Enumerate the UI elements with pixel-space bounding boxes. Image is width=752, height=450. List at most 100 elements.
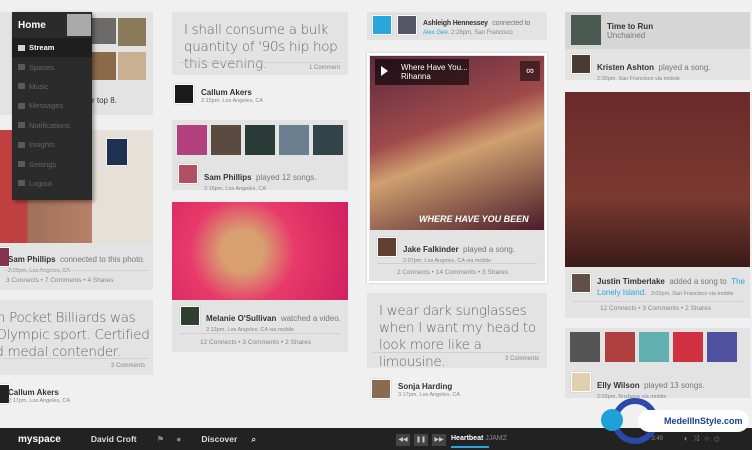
post-stats[interactable]: 12 Connects • 3 Comments • 2 Shares bbox=[600, 305, 711, 312]
menu-item-notifications[interactable]: Notifications bbox=[12, 116, 92, 135]
connect-text: Ashleigh Hennessey connected to Alex Gee… bbox=[423, 16, 545, 38]
post-stats[interactable]: 2 Connects • 14 Comments • 3 Shares bbox=[397, 269, 508, 276]
author-name[interactable]: Callum Akers bbox=[8, 388, 70, 397]
post-stats[interactable]: 3 Connects • 7 Comments • 4 Shares bbox=[6, 277, 114, 284]
gear-icon bbox=[18, 161, 25, 167]
album-cover[interactable] bbox=[673, 332, 703, 362]
menu-label: Messages bbox=[29, 101, 63, 110]
author-name[interactable]: Jake Falkinder bbox=[403, 245, 459, 254]
track-card: Time to RunUnchained Kristen Ashton play… bbox=[565, 12, 750, 80]
chat-icon[interactable]: ● bbox=[176, 434, 181, 444]
menu-item-insights[interactable]: Insights bbox=[12, 135, 92, 154]
grid-icon bbox=[18, 45, 25, 51]
album-cover[interactable] bbox=[639, 332, 669, 362]
quote-card: wish Pocket Billiards was an Olympic spo… bbox=[0, 300, 153, 375]
play-icon[interactable] bbox=[381, 66, 388, 76]
post-stats[interactable]: 12 Connects • 3 Comments • 2 Shares bbox=[200, 339, 311, 346]
user-name[interactable]: David Croft bbox=[91, 434, 137, 444]
quote-card: I wear dark sunglasses when I want my he… bbox=[367, 293, 547, 368]
album-cover[interactable] bbox=[570, 332, 600, 362]
author-name[interactable]: Callum Akers bbox=[201, 88, 263, 97]
author-name[interactable]: Justin Timberlake bbox=[597, 277, 665, 286]
broadcast-icon[interactable]: ⊙ bbox=[714, 434, 724, 443]
chart-icon bbox=[18, 142, 25, 148]
previous-button[interactable]: ◀◀ bbox=[396, 434, 410, 446]
friend-photo[interactable] bbox=[118, 18, 146, 46]
menu-item-stream[interactable]: Stream bbox=[12, 38, 92, 57]
action-text: watched a video. bbox=[281, 314, 341, 323]
author-name[interactable]: Kristen Ashton bbox=[597, 63, 654, 72]
now-playing-artist[interactable]: JJAMZ bbox=[485, 435, 507, 442]
discover-link[interactable]: Discover bbox=[201, 434, 237, 444]
menu-label: Settings bbox=[29, 160, 56, 169]
album-cover[interactable] bbox=[313, 125, 343, 155]
artwork-caption: WHERE HAVE YOU BEEN bbox=[419, 214, 529, 224]
songs-card: Sam Phillips played 12 songs.2:15pm, Los… bbox=[172, 120, 348, 190]
shuffle-icon[interactable]: ⤨ bbox=[693, 434, 704, 443]
logout-icon bbox=[18, 180, 25, 186]
songs-card: Elly Wilson played 13 songs.2:03pm, Bris… bbox=[565, 328, 750, 398]
timestamp: 3:02pm, San Francisco via mobile bbox=[651, 291, 734, 297]
menu-item-music[interactable]: Music bbox=[12, 77, 92, 96]
flag-icon[interactable]: ⚑ bbox=[157, 434, 165, 445]
video-thumbnail[interactable] bbox=[172, 202, 348, 300]
friend-photo[interactable] bbox=[90, 18, 116, 44]
action-text: played a song. bbox=[463, 245, 515, 254]
album-cover[interactable] bbox=[211, 125, 241, 155]
connect-card: Ashleigh Hennessey connected to Alex Gee… bbox=[367, 12, 547, 40]
menu-label: Spaces bbox=[29, 63, 54, 72]
author-name[interactable]: Sam Phillips bbox=[204, 173, 252, 182]
volume-icon[interactable]: ◖ bbox=[683, 434, 693, 443]
timestamp: 2:17pm, Los Angeles, CA bbox=[8, 398, 70, 404]
watermark-text: MedellInStyle.com bbox=[638, 410, 749, 432]
album-cover[interactable] bbox=[279, 125, 309, 155]
album-cover[interactable] bbox=[177, 125, 207, 155]
song-title[interactable]: Where Have You... bbox=[401, 63, 468, 72]
spaces-icon bbox=[18, 64, 25, 70]
repeat-icon[interactable]: ○ bbox=[704, 434, 714, 443]
menu-item-settings[interactable]: Settings bbox=[12, 154, 92, 173]
menu-item-logout[interactable]: Logout bbox=[12, 174, 92, 193]
nav-menu: Home Stream Spaces Music Messages Notifi… bbox=[12, 12, 92, 200]
menu-label: Insights bbox=[29, 140, 55, 149]
menu-item-messages[interactable]: Messages bbox=[12, 96, 92, 115]
author-name[interactable]: Sam Phillips bbox=[8, 255, 56, 264]
now-playing-track[interactable]: Heartbeat bbox=[451, 435, 483, 442]
timestamp: 2:28pm, San Francisco bbox=[451, 30, 513, 36]
track-artist[interactable]: Unchained bbox=[607, 31, 653, 40]
track-title[interactable]: Time to Run bbox=[607, 22, 653, 31]
album-cover[interactable] bbox=[605, 332, 635, 362]
action-text: connected to bbox=[492, 20, 530, 27]
menu-label: Stream bbox=[29, 43, 54, 52]
album-cover[interactable] bbox=[707, 332, 737, 362]
comments-link[interactable]: 3 Comments bbox=[505, 356, 539, 362]
connect-icon[interactable]: ∞ bbox=[520, 61, 540, 81]
timestamp: 2:15pm, Los Angeles, CA bbox=[201, 98, 263, 104]
next-button[interactable]: ▶▶ bbox=[432, 434, 446, 446]
friend-photo[interactable] bbox=[118, 52, 146, 80]
author-name[interactable]: Melanie O'Sullivan bbox=[206, 314, 276, 323]
author-name[interactable]: Elly Wilson bbox=[597, 381, 640, 390]
action-text: played a song. bbox=[659, 63, 711, 72]
avatar[interactable] bbox=[67, 14, 91, 36]
timestamp: 2:20pm, Los Angeles, CA bbox=[8, 268, 145, 274]
album-cover[interactable] bbox=[245, 125, 275, 155]
menu-item-spaces[interactable]: Spaces bbox=[12, 57, 92, 76]
timestamp: 2:30pm, San Francisco via mobile bbox=[597, 76, 711, 82]
song-artist[interactable]: Rihanna bbox=[401, 72, 468, 81]
comments-link[interactable]: 3 Comments bbox=[111, 363, 145, 369]
target-link[interactable]: Alex Gee. bbox=[423, 30, 449, 36]
post-photo[interactable] bbox=[565, 92, 750, 267]
progress-bar[interactable] bbox=[451, 446, 489, 448]
menu-label: Logout bbox=[29, 179, 52, 188]
comments-link[interactable]: 1 Comment bbox=[309, 65, 340, 71]
action-text: connected to this photo. bbox=[60, 255, 145, 264]
friend-photo[interactable] bbox=[90, 52, 116, 80]
search-icon[interactable]: ⌕ bbox=[251, 434, 256, 445]
author-name[interactable]: Sonja Harding bbox=[398, 382, 460, 391]
flag-icon bbox=[18, 122, 25, 128]
author-name[interactable]: Ashleigh Hennessey bbox=[423, 20, 488, 27]
album-cover[interactable] bbox=[571, 15, 601, 45]
myspace-logo[interactable]: myspace bbox=[18, 434, 61, 445]
pause-button[interactable]: ❚❚ bbox=[414, 434, 428, 446]
